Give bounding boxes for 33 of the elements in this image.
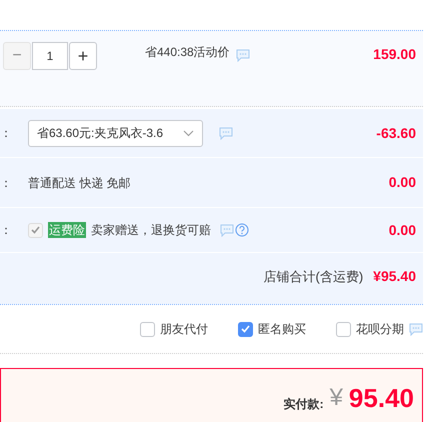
chevron-down-icon [183, 130, 194, 136]
promo-label: 省440:38活动价 [145, 44, 230, 61]
comment-icon[interactable] [236, 49, 250, 62]
row-label: ： [0, 125, 13, 142]
row-amount: -63.60 [376, 124, 416, 142]
checkbox[interactable] [140, 322, 155, 336]
comment-icon[interactable] [409, 322, 423, 336]
row-label: ： [0, 174, 13, 192]
coupon-select[interactable]: 省63.60元:夹克风衣-3.6 [28, 120, 203, 146]
check-icon [31, 226, 40, 234]
check-icon [241, 325, 250, 333]
insurance-text: 卖家赠送，退换货可赔 [91, 222, 211, 239]
payment-label: 实付款: [284, 396, 324, 413]
item-price: 159.00 [373, 45, 416, 64]
option-checkbox[interactable]: 朋友代付 [140, 320, 208, 338]
checkbox[interactable] [336, 322, 351, 336]
shop-total-amount: ¥95.40 [373, 267, 416, 286]
option-checkbox[interactable]: 匿名购买 [238, 320, 306, 338]
increase-button[interactable]: + [69, 42, 97, 70]
payment-amount: 95.40 [348, 382, 414, 414]
payment-currency: ¥ [330, 383, 343, 413]
row-label: ： [0, 222, 13, 239]
option-checkbox[interactable]: 花呗分期 [336, 320, 423, 338]
row-amount: 0.00 [388, 220, 416, 240]
insurance-tag: 运费险 [48, 222, 86, 238]
comment-icon[interactable] [219, 126, 233, 140]
comment-icon[interactable] [220, 224, 234, 236]
delivery-text: 普通配送 快递 免邮 [28, 174, 131, 192]
shop-total-label: 店铺合计(含运费) [264, 268, 364, 286]
checkbox[interactable] [238, 322, 253, 336]
quantity-field[interactable]: 1 [32, 42, 68, 70]
help-icon[interactable] [235, 223, 249, 237]
row-amount: 0.00 [388, 173, 416, 192]
